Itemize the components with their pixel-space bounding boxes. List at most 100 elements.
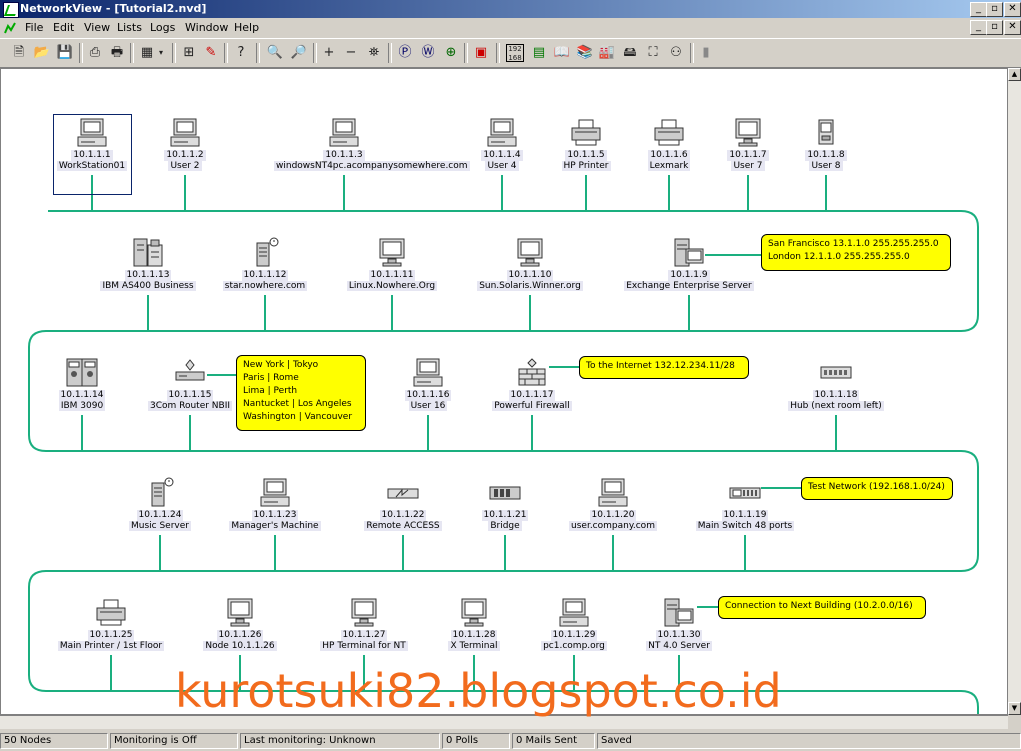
note-line: San Francisco 13.1.1.0 255.255.255.0 xyxy=(768,239,939,249)
node-ip: 10.1.1.2 xyxy=(164,150,206,161)
books-icon[interactable]: 📚 xyxy=(576,44,594,62)
node-name: Bridge xyxy=(488,521,522,531)
note-line: To the Internet 132.12.234.11/28 xyxy=(586,361,735,371)
maximize-button[interactable]: ▫ xyxy=(986,2,1003,17)
menu-window[interactable]: Window xyxy=(185,21,228,34)
node-name: User 2 xyxy=(168,161,202,171)
scroll-up-icon[interactable]: ▲ xyxy=(1008,68,1021,81)
node-ip: 10.1.1.11 xyxy=(368,270,416,281)
node-name: NT 4.0 Server xyxy=(646,641,712,651)
network-note[interactable]: To the Internet 132.12.234.11/28 xyxy=(579,356,749,379)
monitor-icon[interactable]: ▣ xyxy=(472,44,490,62)
vertical-scrollbar[interactable]: ▲ ▼ xyxy=(1008,68,1021,715)
network-note[interactable]: Connection to Next Building (10.2.0.0/16… xyxy=(718,596,926,619)
tree-icon[interactable]: ⚇ xyxy=(667,44,685,62)
network-icon[interactable]: ⛶ xyxy=(644,44,662,62)
network-node[interactable]: 10.1.1.26 Node 10.1.1.26 xyxy=(170,597,310,652)
status-bar: 50 Nodes Monitoring is Off Last monitori… xyxy=(0,731,1021,751)
network-note[interactable]: San Francisco 13.1.1.0 255.255.255.0 Lond… xyxy=(761,234,951,271)
network-node[interactable]: 10.1.1.20 user.company.com xyxy=(543,477,683,532)
open-icon[interactable]: 📂 xyxy=(33,44,51,62)
node-name: User 4 xyxy=(485,161,519,171)
network-node[interactable]: 10.1.1.10 Sun.Solaris.Winner.org xyxy=(460,237,600,292)
network-node[interactable]: 10.1.1.3 windowsNT4pc.acompanysomewhere.c… xyxy=(274,117,470,172)
network-node[interactable]: 10.1.1.25 Main Printer / 1st Floor xyxy=(41,597,181,652)
scan-icon[interactable]: ⊕ xyxy=(442,44,460,62)
note-line: London 12.1.1.0 255.255.255.0 xyxy=(768,252,910,262)
node-name: Linux.Nowhere.Org xyxy=(346,281,438,291)
network-node[interactable]: 10.1.1.11 Linux.Nowhere.Org xyxy=(322,237,462,292)
menu-file[interactable]: File xyxy=(25,21,43,34)
network-note[interactable]: Test Network (192.168.1.0/24) xyxy=(801,477,953,500)
node-ip: 10.1.1.10 xyxy=(506,270,554,281)
menu-help[interactable]: Help xyxy=(234,21,259,34)
zoom-in-icon[interactable]: 🔍 xyxy=(266,44,284,62)
network-node[interactable]: 10.1.1.23 Manager's Machine xyxy=(205,477,345,532)
menu-logs[interactable]: Logs xyxy=(150,21,175,34)
factory-icon[interactable]: 🏭 xyxy=(598,44,616,62)
device-icon[interactable]: 🖴 xyxy=(621,44,639,62)
network-node[interactable]: 10.1.1.12 star.nowhere.com xyxy=(195,237,335,292)
node-name: Manager's Machine xyxy=(229,521,321,531)
doc-restore-button[interactable]: ▫ xyxy=(986,20,1003,35)
save-icon[interactable]: 💾 xyxy=(56,44,74,62)
preview-icon[interactable]: ⎙ xyxy=(86,44,104,62)
access-icon xyxy=(386,477,420,509)
hub-icon xyxy=(819,357,853,389)
network-node[interactable]: 10.1.1.19 Main Switch 48 ports xyxy=(675,477,815,532)
workstation-icon xyxy=(485,117,519,149)
node-ip: 10.1.1.27 xyxy=(340,630,388,641)
node-name: Sun.Solaris.Winner.org xyxy=(477,281,583,291)
node-name: Music Server xyxy=(129,521,191,531)
node-ip: 10.1.1.12 xyxy=(241,270,289,281)
doc-close-button[interactable]: ✕ xyxy=(1004,20,1021,35)
add-icon[interactable]: + xyxy=(320,44,338,62)
disabled-icon: ▮ xyxy=(702,45,710,60)
minimize-button[interactable]: _ xyxy=(970,2,987,17)
node-icon[interactable]: ⊞ xyxy=(180,44,198,62)
node-ip: 10.1.1.24 xyxy=(136,510,184,521)
print-icon[interactable]: 🖶 xyxy=(108,44,126,62)
book-icon[interactable]: 📖 xyxy=(553,44,571,62)
card-icon[interactable]: ▤ xyxy=(530,44,548,62)
layout-icon[interactable]: ▦ xyxy=(138,44,156,62)
node-ip: 10.1.1.29 xyxy=(550,630,598,641)
menu-lists[interactable]: Lists xyxy=(117,21,142,34)
new-icon[interactable]: 🗎 xyxy=(10,44,28,62)
node-ip: 10.1.1.17 xyxy=(508,390,556,401)
close-button[interactable]: ✕ xyxy=(1004,2,1021,17)
help-icon[interactable]: ? xyxy=(232,44,250,62)
node-ip: 10.1.1.18 xyxy=(812,390,860,401)
paint-icon[interactable]: ✎ xyxy=(202,44,220,62)
network-note[interactable]: New York | Tokyo Paris | Rome Lima | Perth… xyxy=(236,355,366,431)
web-icon[interactable]: Ⓦ xyxy=(419,44,437,62)
network-map-canvas[interactable]: 10.1.1.1 WorkStation01 10.1.1.2 User 2 10.1.… xyxy=(0,68,1008,715)
tape-drive-icon xyxy=(65,357,99,389)
zoom-out-icon[interactable]: 🔎 xyxy=(290,44,308,62)
menu-bar: File Edit View Lists Logs Window Help _ … xyxy=(0,18,1021,38)
note-line: Connection to Next Building (10.2.0.0/16… xyxy=(725,601,913,611)
ping-icon[interactable]: Ⓟ xyxy=(396,44,414,62)
node-ip: 10.1.1.19 xyxy=(721,510,769,521)
node-name: Hub (next room left) xyxy=(788,401,884,411)
menu-view[interactable]: View xyxy=(84,21,110,34)
network-node[interactable]: 10.1.1.2 User 2 xyxy=(115,117,255,172)
node-name: pc1.comp.org xyxy=(541,641,607,651)
menu-edit[interactable]: Edit xyxy=(53,21,74,34)
title-bar: NetworkView - [Tutorial2.nvd] _ ▫ ✕ xyxy=(0,0,1021,18)
node-ip: 10.1.1.26 xyxy=(216,630,264,641)
network-node[interactable]: 10.1.1.18 Hub (next room left) xyxy=(766,357,906,412)
note-line: Paris | Rome xyxy=(243,373,299,383)
note-line: New York | Tokyo xyxy=(243,360,319,370)
ip-icon[interactable]: 192 168 xyxy=(506,44,524,62)
node-ip: 10.1.1.25 xyxy=(87,630,135,641)
network-node[interactable]: 10.1.1.8 User 8 xyxy=(756,117,896,172)
node-name: HP Terminal for NT xyxy=(320,641,408,651)
network-node[interactable]: 10.1.1.9 Exchange Enterprise Server xyxy=(619,237,759,292)
scroll-down-icon[interactable]: ▼ xyxy=(1008,702,1021,715)
doc-minimize-button[interactable]: _ xyxy=(970,20,987,35)
find-icon[interactable]: ⛯ xyxy=(365,44,383,62)
remove-icon[interactable]: − xyxy=(342,44,360,62)
mainframe-icon xyxy=(131,237,165,269)
dropdown-icon[interactable]: ▾ xyxy=(156,44,166,62)
